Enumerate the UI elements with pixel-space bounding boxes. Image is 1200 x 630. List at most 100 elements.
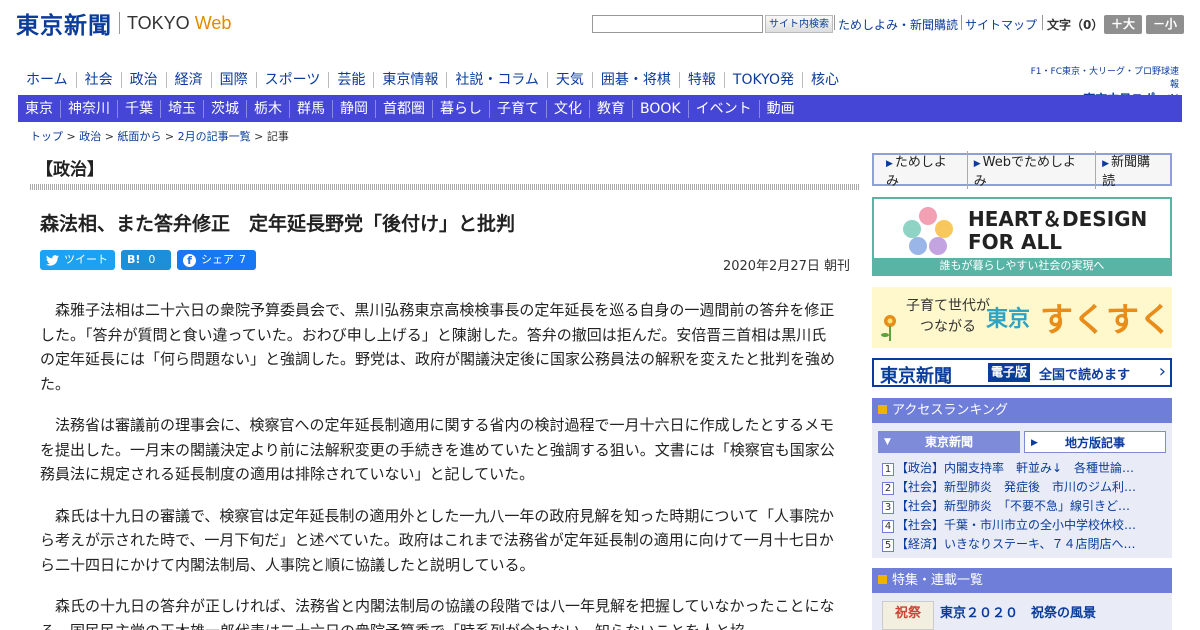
font-larger-button[interactable]: ＋大	[1104, 15, 1142, 34]
article-paragraph: 法務省は審議前の理事会に、検察官への定年延長制適用に関する省内の検討過程で一月十…	[40, 416, 835, 483]
nav-home[interactable]: ホーム	[18, 72, 76, 88]
hatena-count: 0	[148, 253, 156, 266]
rank-number: 3	[882, 501, 894, 514]
feature-link[interactable]: 東京２０２０ 祝祭の風景	[940, 602, 1096, 621]
subscribe-link[interactable]: ▶ 新聞購読	[1095, 150, 1170, 189]
facebook-share-label: シェア	[201, 253, 234, 266]
local-tochigi[interactable]: 栃木	[246, 99, 289, 118]
edition-tag: 電子版	[988, 363, 1031, 382]
local-shutoken[interactable]: 首都圏	[375, 99, 432, 118]
local-tokyo[interactable]: 東京	[18, 100, 60, 118]
font-smaller-button[interactable]: －小	[1146, 15, 1184, 34]
local-bunka[interactable]: 文化	[546, 99, 589, 118]
local-ibaraki[interactable]: 茨城	[203, 99, 246, 118]
logo-jp: 東京新聞	[16, 12, 112, 39]
article-paragraph: 森雅子法相は二十六日の衆院予算委員会で、黒川弘務東京高検検事長の定年延長を巡る自…	[40, 301, 836, 393]
flower-icon	[881, 315, 896, 341]
search-button[interactable]: サイト内検索	[765, 15, 833, 33]
local-saitama[interactable]: 埼玉	[160, 99, 203, 118]
heart-design-banner[interactable]: HEART＆DESIGN FOR ALL 誰もが暮らしやすい社会の実現へ	[872, 197, 1172, 276]
local-video[interactable]: 動画	[758, 99, 802, 118]
nav-tokuho[interactable]: 特報	[678, 72, 724, 88]
ranking-item[interactable]: 4 【社会】千葉・市川市立の全小中学校休校…	[882, 516, 1162, 535]
util-divider	[1042, 15, 1043, 30]
triangle-right-icon: ▶	[886, 158, 893, 169]
crumb-politics[interactable]: 政治	[79, 130, 101, 143]
breadcrumb: トップ > 政治 > 紙面から > 2月の記事一覧 > 記事	[30, 130, 289, 143]
font-size-label: 文字（0）	[1047, 18, 1104, 32]
ranking-item[interactable]: 3 【社会】新型肺炎 「不要不急」線引きど…	[882, 497, 1162, 516]
util-divider	[834, 15, 835, 30]
tokyo-sukusuku-banner[interactable]: 子育て世代が つながる 東京 すくすく	[872, 287, 1172, 348]
nav-politics[interactable]: 政治	[120, 72, 166, 88]
nav-international[interactable]: 国際	[210, 72, 256, 88]
tweet-button[interactable]: ツイート	[40, 250, 115, 270]
logo-divider	[119, 12, 120, 34]
chevron-right-icon: ›	[1158, 361, 1166, 382]
site-header: 東京新聞 TOKYO Web サイト内検索 ためしよみ・新聞購読 サイトマップ …	[0, 0, 1200, 52]
nav-entertainment[interactable]: 芸能	[328, 72, 373, 88]
crumb-top[interactable]: トップ	[30, 130, 63, 143]
tab-tokyo-shimbun[interactable]: ▼ 東京新聞	[878, 431, 1020, 453]
subscribe-link[interactable]: ためしよみ・新聞購読	[838, 16, 958, 33]
triangle-right-icon: ▶	[1102, 158, 1109, 169]
nav-kakushin[interactable]: 核心	[801, 72, 847, 88]
ranking-header: アクセスランキング	[872, 398, 1172, 423]
article-paragraph: 森氏は十九日の審議で、検察官は定年延長制の適用外とした一九八一年の政府見解を知っ…	[40, 506, 834, 574]
edition-logo: 東京新聞	[880, 366, 952, 387]
web-trial-link[interactable]: ▶ Webでためしよみ	[966, 150, 1095, 189]
ranking-item[interactable]: 2 【社会】新型肺炎 発症後 市川のジム利…	[882, 478, 1162, 497]
triangle-down-icon: ▼	[884, 437, 891, 447]
local-event[interactable]: イベント	[687, 99, 759, 118]
crumb-paper[interactable]: 紙面から	[117, 130, 161, 143]
sitemap-link[interactable]: サイトマップ	[965, 16, 1037, 33]
article-headline: 森法相、また答弁修正 定年延長野党「後付け」と批判	[40, 213, 516, 235]
local-kurashi[interactable]: 暮らし	[432, 99, 489, 118]
local-kyoiku[interactable]: 教育	[589, 99, 632, 118]
crumb-current: 記事	[266, 130, 289, 143]
square-bullet-icon	[878, 405, 887, 414]
site-logo[interactable]: 東京新聞 TOKYO Web	[16, 8, 232, 39]
chunichi-subtitle: F1・FC東京・大リーグ・プロ野球速報	[1030, 67, 1179, 90]
ranking-tabs: ▼ 東京新聞 ▶ 地方版記事	[878, 431, 1166, 453]
logo-en: TOKYO Web	[127, 12, 232, 33]
ranking-list: 1 【政治】内閣支持率 軒並み↓ 各種世論… 2 【社会】新型肺炎 発症後 市川のジ…	[882, 459, 1162, 554]
search-input[interactable]	[592, 15, 763, 33]
local-chiba[interactable]: 千葉	[117, 99, 160, 118]
trial-link[interactable]: ▶ ためしよみ	[880, 151, 967, 189]
nav-weather[interactable]: 天気	[546, 72, 592, 88]
ranking-item[interactable]: 5 【経済】いきなりステーキ、７４店閉店へ…	[882, 535, 1162, 554]
nav-sports[interactable]: スポーツ	[255, 72, 329, 88]
tweet-label: ツイート	[64, 253, 108, 266]
local-gunma[interactable]: 群馬	[289, 99, 332, 118]
section-title: 【政治】	[36, 160, 104, 180]
local-kosodate[interactable]: 子育て	[489, 99, 546, 118]
rank-number: 2	[882, 482, 894, 495]
util-divider	[961, 15, 962, 30]
feature-thumbnail[interactable]: 祝祭	[882, 601, 934, 630]
nav-economy[interactable]: 経済	[165, 72, 211, 88]
sukusuku-tagline-1: 子育て世代が	[906, 298, 990, 314]
nav-go-shogi[interactable]: 囲碁・将棋	[591, 72, 679, 88]
heart-design-caption: 誰もが暮らしやすい社会の実現へ	[874, 258, 1170, 274]
nav-tokyo-info[interactable]: 東京情報	[373, 72, 446, 88]
facebook-icon: f	[183, 253, 196, 267]
article-body: 森雅子法相は二十六日の衆院予算委員会で、黒川弘務東京高検検事長の定年延長を巡る自…	[40, 298, 840, 630]
hatena-bookmark-button[interactable]: B! 0	[121, 250, 171, 270]
local-nav: 東京 神奈川 千葉 埼玉 茨城 栃木 群馬 静岡 首都圏 暮らし 子育て 文化 …	[18, 95, 1182, 122]
square-bullet-icon	[878, 575, 887, 584]
nav-tokyo-hatsu[interactable]: TOKYO発	[723, 72, 802, 88]
nav-society[interactable]: 社会	[75, 72, 121, 88]
main-nav: ホーム 社会 政治 経済 国際 スポーツ 芸能 東京情報 社説・コラム 天気 囲…	[18, 68, 847, 92]
ranking-item[interactable]: 1 【政治】内閣支持率 軒並み↓ 各種世論…	[882, 459, 1162, 478]
facebook-share-button[interactable]: f シェア 7	[177, 250, 256, 270]
nav-editorial[interactable]: 社説・コラム	[446, 72, 547, 88]
digital-edition-banner[interactable]: 東京新聞 電子版 全国で読めます ›	[872, 358, 1172, 387]
edition-text: 全国で読めます	[1039, 368, 1131, 383]
local-book[interactable]: BOOK	[632, 99, 688, 118]
local-kanagawa[interactable]: 神奈川	[60, 99, 117, 118]
tab-local-articles[interactable]: ▶ 地方版記事	[1024, 431, 1166, 453]
heart-design-title: HEART＆DESIGN FOR ALL	[968, 207, 1148, 254]
crumb-february[interactable]: 2月の記事一覧	[178, 130, 251, 143]
local-shizuoka[interactable]: 静岡	[332, 99, 375, 118]
